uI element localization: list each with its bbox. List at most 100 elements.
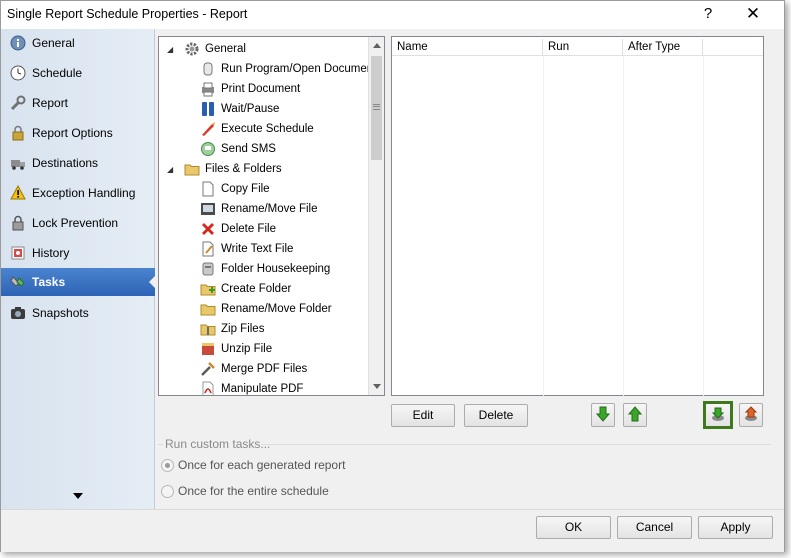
unzip-icon [199,341,216,358]
radio-label: Once for the entire schedule [178,484,329,498]
apply-button[interactable]: Apply [698,516,773,539]
import-task-button[interactable] [703,401,733,429]
pause-icon [199,101,216,118]
tree-item-label: Folder Housekeeping [221,263,331,275]
export-task-button[interactable] [739,403,763,427]
sidebar-item-report[interactable]: Report [1,89,155,117]
radio-button-checked[interactable] [161,458,174,472]
collapse-icon[interactable]: ◢ [167,45,177,54]
zip-icon [199,321,216,338]
tree-item-label: Merge PDF Files [221,363,308,375]
sidebar-item-report-options[interactable]: Report Options [1,119,155,147]
warning-icon [9,185,26,202]
sidebar-scroll-down-icon[interactable] [73,493,83,499]
tree-item-merge-pdf-files[interactable]: Merge PDF Files [199,359,307,379]
history-icon [9,245,26,262]
run-custom-tasks-label: Run custom tasks... [165,437,271,451]
tree-item-wait-pause[interactable]: Wait/Pause [199,99,279,119]
tree-item-label: Print Document [221,83,301,95]
sidebar-item-lock-prevention[interactable]: Lock Prevention [1,209,155,237]
tree-item-label: Write Text File [221,243,294,255]
ok-button[interactable]: OK [536,516,611,539]
tree-item-folder-housekeeping[interactable]: Folder Housekeeping [199,259,330,279]
dialog-footer: OK Cancel Apply [1,509,784,552]
sidebar-item-label: Exception Handling [32,186,136,200]
radio-label: Once for each generated report [178,458,346,472]
collapse-icon[interactable]: ◢ [167,165,177,174]
write-file-icon [199,241,216,258]
sidebar-item-label: General [32,36,75,50]
help-button[interactable]: ? [696,3,720,25]
tree-item-rename-move-file[interactable]: Rename/Move File [199,199,318,219]
move-down-button[interactable] [591,403,615,427]
sidebar-item-schedule[interactable]: Schedule [1,59,155,87]
tree-item-execute-schedule[interactable]: Execute Schedule [199,119,314,139]
tree-item-run-program[interactable]: Run Program/Open Document [199,59,376,79]
scroll-thumb[interactable] [371,56,382,160]
tree-item-create-folder[interactable]: Create Folder [199,279,291,299]
export-task-icon [743,405,759,425]
tasks-icon [9,274,26,291]
close-button[interactable]: ✕ [739,3,767,25]
task-type-tree[interactable]: ◢ General Run Program/Open Document Prin… [158,36,385,396]
radio-once-per-report[interactable]: Once for each generated report [161,458,345,472]
column-header-after-type[interactable]: After Type [623,39,703,56]
pdf-icon [199,381,216,395]
sidebar-item-tasks[interactable]: Tasks [1,268,155,296]
column-header-run[interactable]: Run [543,39,623,56]
tree-item-copy-file[interactable]: Copy File [199,179,270,199]
tree-item-label: Delete File [221,223,276,235]
lock-icon [9,125,26,142]
tree-item-zip-files[interactable]: Zip Files [199,319,264,339]
import-task-icon [710,406,726,425]
info-icon [9,35,26,52]
edit-button[interactable]: Edit [391,404,455,427]
column-divider [543,56,544,396]
tree-item-label: Unzip File [221,343,273,355]
move-up-button[interactable] [623,403,647,427]
tree-item-send-sms[interactable]: Send SMS [199,139,276,159]
tree-item-manipulate-pdf[interactable]: Manipulate PDF [199,379,303,395]
tree-item-label: General [205,43,246,55]
sidebar-item-history[interactable]: History [1,239,155,267]
tree-group-general[interactable]: ◢ General [167,39,246,59]
sidebar-item-destinations[interactable]: Destinations [1,149,155,177]
column-divider [623,56,624,396]
delete-icon [199,221,216,238]
scroll-up-icon[interactable] [373,43,381,48]
tree-item-label: Execute Schedule [221,123,314,135]
radio-once-per-schedule[interactable]: Once for the entire schedule [161,484,329,498]
merge-pdf-icon [199,361,216,378]
sidebar-item-label: Tasks [32,275,66,289]
properties-dialog: Single Report Schedule Properties - Repo… [0,0,785,552]
group-divider [158,444,163,445]
tree-item-label: Wait/Pause [221,103,280,115]
tree-item-label: Rename/Move Folder [221,303,332,315]
tree-item-label: Create Folder [221,283,292,295]
sidebar-item-label: Destinations [32,156,99,170]
housekeeping-icon [199,261,216,278]
tree-item-write-text-file[interactable]: Write Text File [199,239,293,259]
lock-icon [9,215,26,232]
scroll-down-icon[interactable] [373,384,381,389]
sidebar-item-snapshots[interactable]: Snapshots [1,299,155,327]
tree-group-files-folders[interactable]: ◢ Files & Folders [167,159,282,179]
column-header-name[interactable]: Name [392,39,543,56]
tree-item-delete-file[interactable]: Delete File [199,219,276,239]
printer-icon [199,81,216,98]
task-list-grid[interactable]: Name Run After Type [391,36,764,396]
sidebar-item-exception-handling[interactable]: Exception Handling [1,179,155,207]
sidebar: General Schedule Report Report Options D… [1,29,155,509]
folder-icon [183,161,200,178]
sidebar-item-general[interactable]: General [1,29,155,57]
tree-item-print-document[interactable]: Print Document [199,79,300,99]
tree-item-rename-move-folder[interactable]: Rename/Move Folder [199,299,332,319]
delete-button[interactable]: Delete [464,404,528,427]
column-divider [703,56,704,396]
radio-button[interactable] [161,484,174,498]
tree-scrollbar[interactable] [368,37,384,395]
run-program-icon [199,61,216,78]
cancel-button[interactable]: Cancel [617,516,692,539]
gear-icon [183,41,200,58]
tree-item-unzip-file[interactable]: Unzip File [199,339,272,359]
